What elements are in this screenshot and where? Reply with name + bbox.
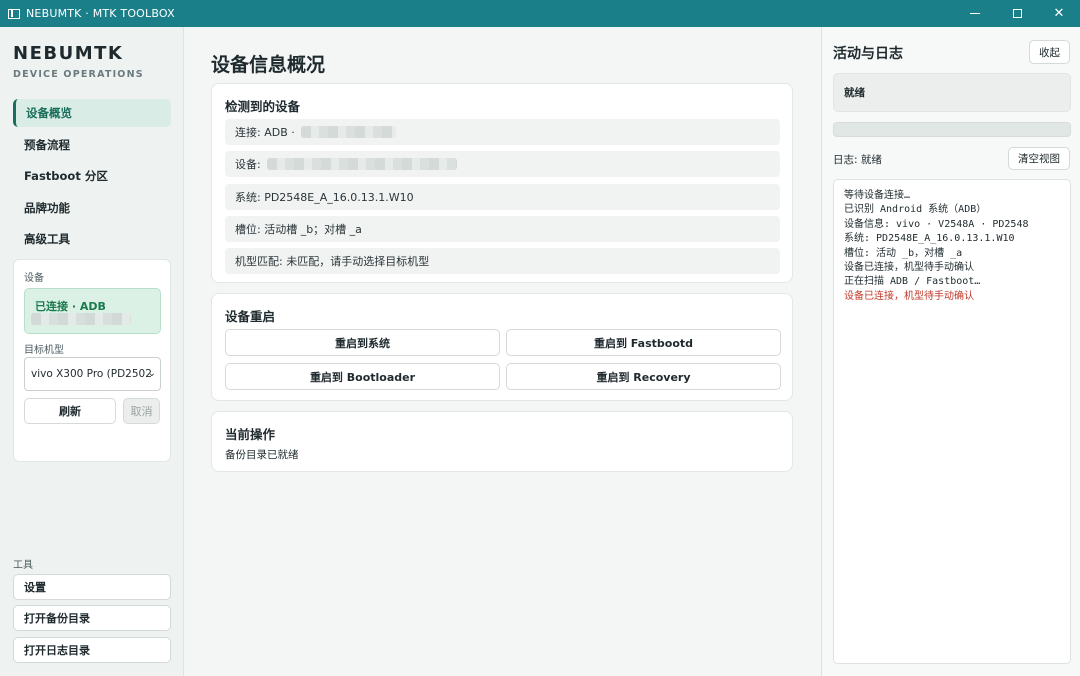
info-row-device: 设备:	[225, 151, 780, 177]
sidebar-item-device-overview[interactable]: 设备概览	[13, 99, 171, 127]
log-line: 槽位: 活动 _b，对槽 _a	[844, 247, 963, 259]
open-log-dir-button[interactable]: 打开日志目录	[13, 637, 171, 663]
title-bar: NEBUMTK · MTK TOOLBOX ✕	[0, 0, 1080, 27]
log-output[interactable]: 等待设备连接… 已识别 Android 系统（ADB） 设备信息: vivo · V…	[833, 179, 1071, 664]
cancel-button[interactable]: 取消	[123, 398, 160, 424]
sidebar-nav: 设备概览 预备流程 Fastboot 分区 品牌功能 高级工具	[13, 99, 171, 257]
window-controls: ✕	[954, 0, 1080, 27]
log-status: 日志: 就绪	[833, 154, 882, 166]
redacted-device-name	[266, 158, 457, 170]
reboot-bootloader-button[interactable]: 重启到 Bootloader	[225, 363, 500, 390]
window-title: NEBUMTK · MTK TOOLBOX	[26, 7, 175, 20]
log-line: 设备已连接，机型待手动确认	[844, 290, 974, 302]
open-backup-dir-button[interactable]: 打开备份目录	[13, 605, 171, 631]
info-row-connection-text: 连接: ADB ·	[235, 126, 295, 139]
redacted-serial	[31, 313, 131, 325]
app-window-icon	[8, 8, 20, 19]
activity-log-title: 活动与日志	[833, 46, 903, 62]
sidebar-item-fastboot-partitions[interactable]: Fastboot 分区	[13, 162, 171, 190]
sidebar-item-brand-features[interactable]: 品牌功能	[13, 194, 171, 222]
clear-view-button[interactable]: 清空视图	[1008, 147, 1070, 170]
page-title: 设备信息概况	[211, 54, 326, 76]
info-row-model-match: 机型匹配: 未匹配，请手动选择目标机型	[225, 248, 780, 274]
close-icon: ✕	[1053, 6, 1065, 21]
device-card: 设备 已连接 · ADB 目标机型 vivo X300 Pro (PD2502 …	[13, 259, 171, 462]
current-operation-card: 当前操作 备份目录已就绪	[211, 411, 793, 472]
log-line: 正在扫描 ADB / Fastboot…	[844, 276, 981, 288]
current-operation-text: 备份目录已就绪	[225, 449, 299, 461]
detected-device-heading: 检测到的设备	[225, 99, 301, 114]
maximize-button[interactable]	[996, 0, 1038, 27]
sidebar: NEBUMTK DEVICE OPERATIONS 设备概览 预备流程 Fast…	[0, 27, 184, 676]
brand-subtitle: DEVICE OPERATIONS	[13, 69, 144, 80]
device-reboot-heading: 设备重启	[225, 309, 276, 324]
log-line: 已识别 Android 系统（ADB）	[844, 204, 987, 216]
reboot-fastbootd-button[interactable]: 重启到 Fastbootd	[506, 329, 781, 356]
connection-status-box: 已连接 · ADB	[24, 288, 161, 334]
minimize-button[interactable]	[954, 0, 996, 27]
sidebar-item-advanced-tools[interactable]: 高级工具	[13, 225, 171, 253]
refresh-button[interactable]: 刷新	[24, 398, 116, 424]
reboot-system-button[interactable]: 重启到系统	[225, 329, 500, 356]
sidebar-item-prep-flow[interactable]: 预备流程	[13, 131, 171, 159]
connection-status: 已连接 · ADB	[35, 300, 106, 313]
info-row-slot: 槽位: 活动槽 _b；对槽 _a	[225, 216, 780, 242]
info-row-connection: 连接: ADB ·	[225, 119, 780, 145]
collapse-button[interactable]: 收起	[1029, 40, 1070, 64]
device-reboot-card: 设备重启 重启到系统 重启到 Fastbootd 重启到 Bootloader …	[211, 293, 793, 401]
main-content: 设备信息概况 检测到的设备 连接: ADB · 设备: 系统: PD2548E_…	[185, 27, 820, 676]
minimize-icon	[970, 13, 980, 14]
target-model-value: vivo X300 Pro (PD2502	[31, 368, 152, 380]
info-row-device-text: 设备:	[235, 158, 261, 171]
log-line: 系统: PD2548E_A_16.0.13.1.W10	[844, 233, 1015, 245]
close-button[interactable]: ✕	[1038, 0, 1080, 27]
brand-name: NEBUMTK	[13, 43, 124, 64]
log-line: 设备已连接，机型待手动确认	[844, 262, 974, 274]
maximize-icon	[1012, 9, 1022, 18]
activity-log-panel: 活动与日志 收起 就绪 日志: 就绪 清空视图 等待设备连接… 已识别 Andro…	[821, 27, 1080, 676]
detected-device-card: 检测到的设备 连接: ADB · 设备: 系统: PD2548E_A_16.0.…	[211, 83, 793, 283]
redacted-serial	[300, 126, 396, 138]
settings-button[interactable]: 设置	[13, 574, 171, 600]
status-box: 就绪	[833, 73, 1071, 112]
target-model-select[interactable]: vivo X300 Pro (PD2502 ⌄	[24, 357, 161, 391]
log-line: 等待设备连接…	[844, 190, 911, 201]
info-row-system: 系统: PD2548E_A_16.0.13.1.W10	[225, 184, 780, 210]
log-line: 设备信息: vivo · V2548A · PD2548	[844, 218, 1029, 230]
target-model-label: 目标机型	[24, 345, 64, 356]
chevron-down-icon: ⌄	[147, 368, 156, 379]
device-section-label: 设备	[24, 273, 44, 284]
progress-bar	[833, 122, 1071, 137]
reboot-recovery-button[interactable]: 重启到 Recovery	[506, 363, 781, 390]
tools-section-label: 工具	[13, 560, 33, 571]
current-operation-heading: 当前操作	[225, 427, 276, 442]
